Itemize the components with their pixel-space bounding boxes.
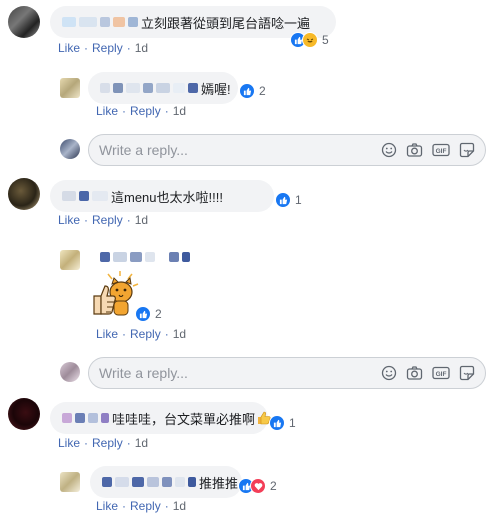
author-name[interactable]	[62, 413, 112, 423]
reaction-summary[interactable]: 2	[135, 306, 162, 322]
timestamp[interactable]: 1d	[173, 104, 186, 118]
camera-icon[interactable]	[406, 142, 423, 158]
reply-placeholder: Write a reply...	[99, 142, 188, 158]
reply-link[interactable]: Reply	[130, 499, 161, 513]
like-link[interactable]: Like	[58, 41, 80, 55]
reaction-count: 5	[322, 33, 329, 47]
avatar[interactable]	[8, 178, 40, 210]
reaction-count: 2	[270, 479, 277, 493]
comment-bubble: 這menu也太水啦!!!!	[50, 180, 274, 212]
comment-actions: Like · Reply · 1d	[96, 327, 187, 341]
reply-link[interactable]: Reply	[92, 213, 123, 227]
comment-text: 這menu也太水啦!!!!	[111, 189, 223, 205]
timestamp[interactable]: 1d	[173, 499, 186, 513]
sticker-icon[interactable]	[459, 365, 475, 381]
reply-link[interactable]: Reply	[130, 327, 161, 341]
avatar	[60, 139, 80, 159]
like-link[interactable]: Like	[96, 327, 118, 341]
like-link[interactable]: Like	[96, 499, 118, 513]
avatar[interactable]	[60, 78, 80, 98]
reaction-summary[interactable]: 2	[239, 83, 266, 99]
comment-text: 哇哇哇，台文菜單必推啊	[112, 411, 256, 427]
timestamp[interactable]: 1d	[173, 327, 186, 341]
comment-bubble: 嫣喔!	[88, 72, 238, 104]
reply-input[interactable]: Write a reply... GIF	[88, 134, 486, 166]
love-reaction-icon	[250, 478, 266, 494]
svg-text:GIF: GIF	[436, 148, 447, 155]
reaction-count: 2	[155, 307, 162, 321]
comment-actions: Like · Reply · 1d	[58, 41, 149, 55]
reaction-summary[interactable]: 1	[269, 415, 296, 431]
reply-link[interactable]: Reply	[92, 436, 123, 450]
like-link[interactable]: Like	[58, 436, 80, 450]
gif-icon[interactable]: GIF	[432, 142, 450, 158]
author-name[interactable]	[100, 83, 201, 93]
reply-input[interactable]: Write a reply... GIF	[88, 357, 486, 389]
reaction-summary[interactable]: 2	[238, 478, 277, 494]
sticker-icon[interactable]	[459, 142, 475, 158]
camera-icon[interactable]	[406, 365, 423, 381]
like-reaction-icon	[275, 192, 291, 208]
comment-actions: Like · Reply · 1d	[58, 436, 149, 450]
svg-text:GIF: GIF	[436, 371, 447, 378]
like-link[interactable]: Like	[96, 104, 118, 118]
avatar[interactable]	[60, 250, 80, 270]
comment-actions: Like · Reply · 1d	[96, 104, 187, 118]
like-reaction-icon	[135, 306, 151, 322]
emoji-icon[interactable]	[381, 365, 397, 381]
reaction-count: 1	[295, 193, 302, 207]
sticker-image	[90, 270, 140, 320]
comment-text: 嫣喔!	[201, 81, 231, 97]
comment-text: 立刻跟著從頭到尾台語唸一遍	[141, 15, 311, 31]
like-reaction-icon	[239, 83, 255, 99]
reply-link[interactable]: Reply	[92, 41, 123, 55]
timestamp[interactable]: 1d	[135, 436, 148, 450]
reply-placeholder: Write a reply...	[99, 365, 188, 381]
comment-actions: Like · Reply · 1d	[96, 499, 187, 513]
like-link[interactable]: Like	[58, 213, 80, 227]
comment-text: 推推推	[199, 475, 239, 491]
like-reaction-icon	[269, 415, 285, 431]
haha-reaction-icon	[302, 32, 318, 48]
avatar	[60, 362, 80, 382]
reply-link[interactable]: Reply	[130, 104, 161, 118]
timestamp[interactable]: 1d	[135, 213, 148, 227]
reaction-summary[interactable]: 1	[275, 192, 302, 208]
reaction-summary[interactable]: 5	[290, 32, 329, 48]
timestamp[interactable]: 1d	[135, 41, 148, 55]
avatar[interactable]	[8, 398, 40, 430]
comment-bubble: 哇哇哇，台文菜單必推啊	[50, 402, 271, 434]
reaction-count: 1	[289, 416, 296, 430]
author-name[interactable]	[62, 17, 141, 27]
avatar[interactable]	[8, 6, 40, 38]
emoji-icon[interactable]	[381, 142, 397, 158]
avatar[interactable]	[60, 472, 80, 492]
comment-actions: Like · Reply · 1d	[58, 213, 149, 227]
author-name[interactable]	[100, 252, 193, 262]
author-name[interactable]	[62, 191, 111, 201]
reaction-count: 2	[259, 84, 266, 98]
thumbs-up-cat-sticker	[93, 271, 139, 316]
gif-icon[interactable]: GIF	[432, 365, 450, 381]
author-name[interactable]	[102, 477, 199, 487]
comment-bubble: 推推推	[90, 466, 242, 498]
